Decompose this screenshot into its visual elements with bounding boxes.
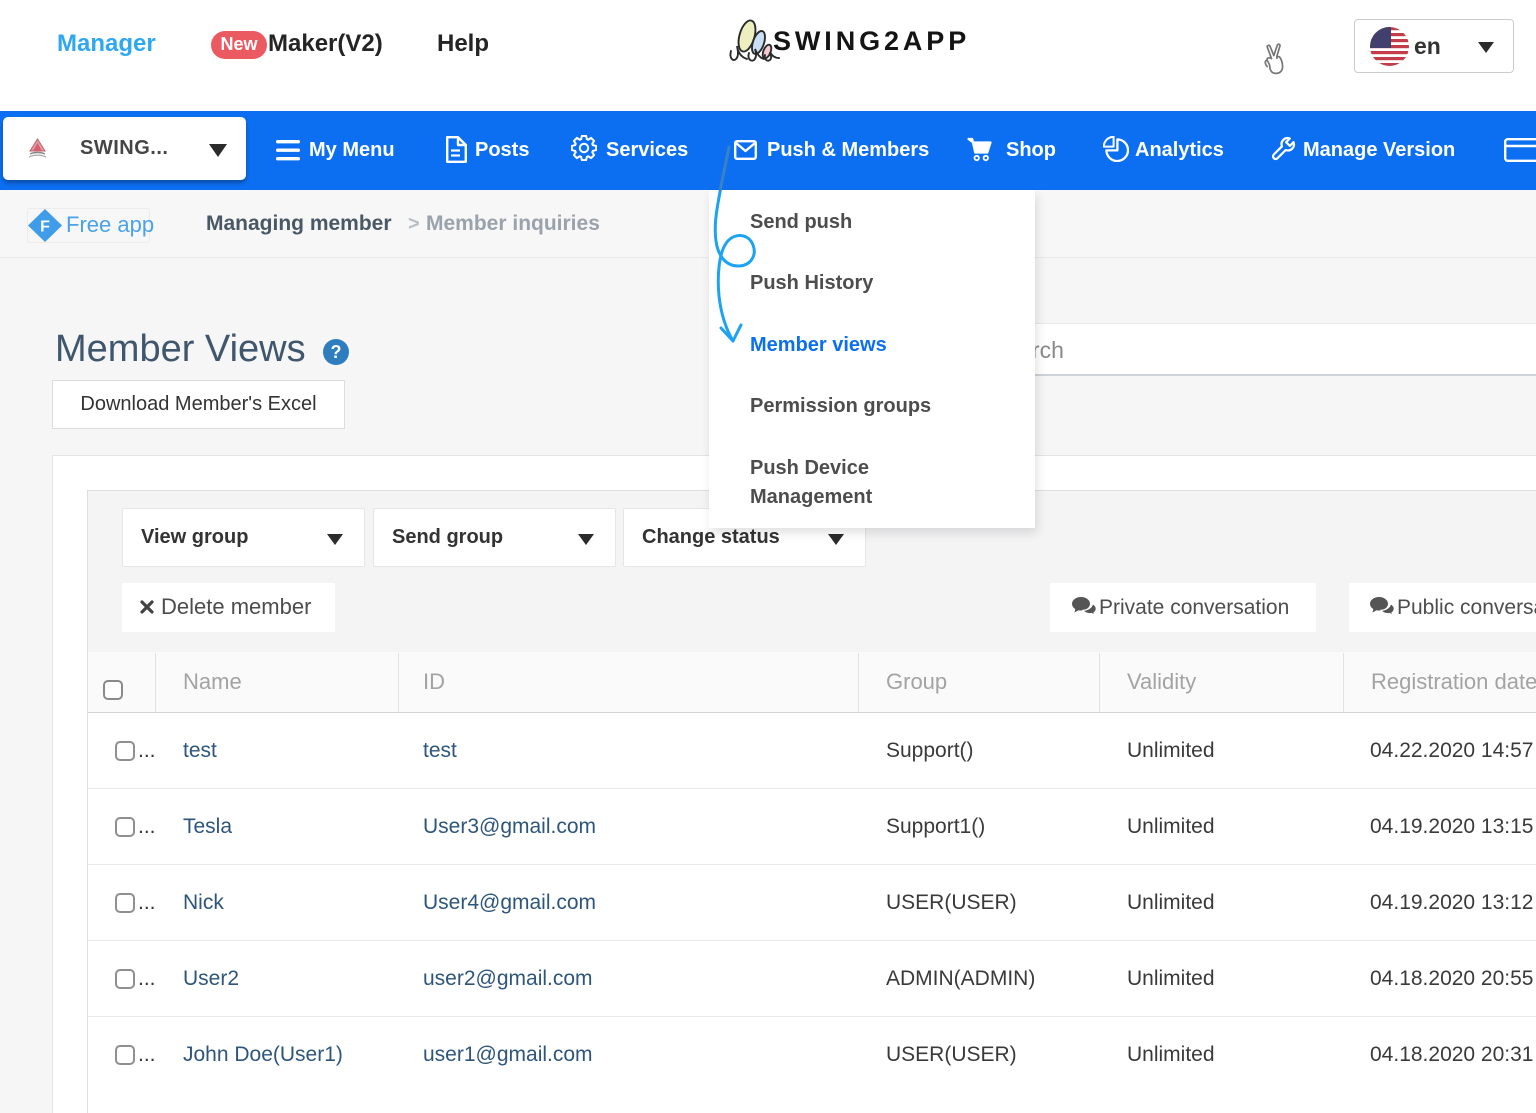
svg-text:F: F — [40, 219, 50, 236]
